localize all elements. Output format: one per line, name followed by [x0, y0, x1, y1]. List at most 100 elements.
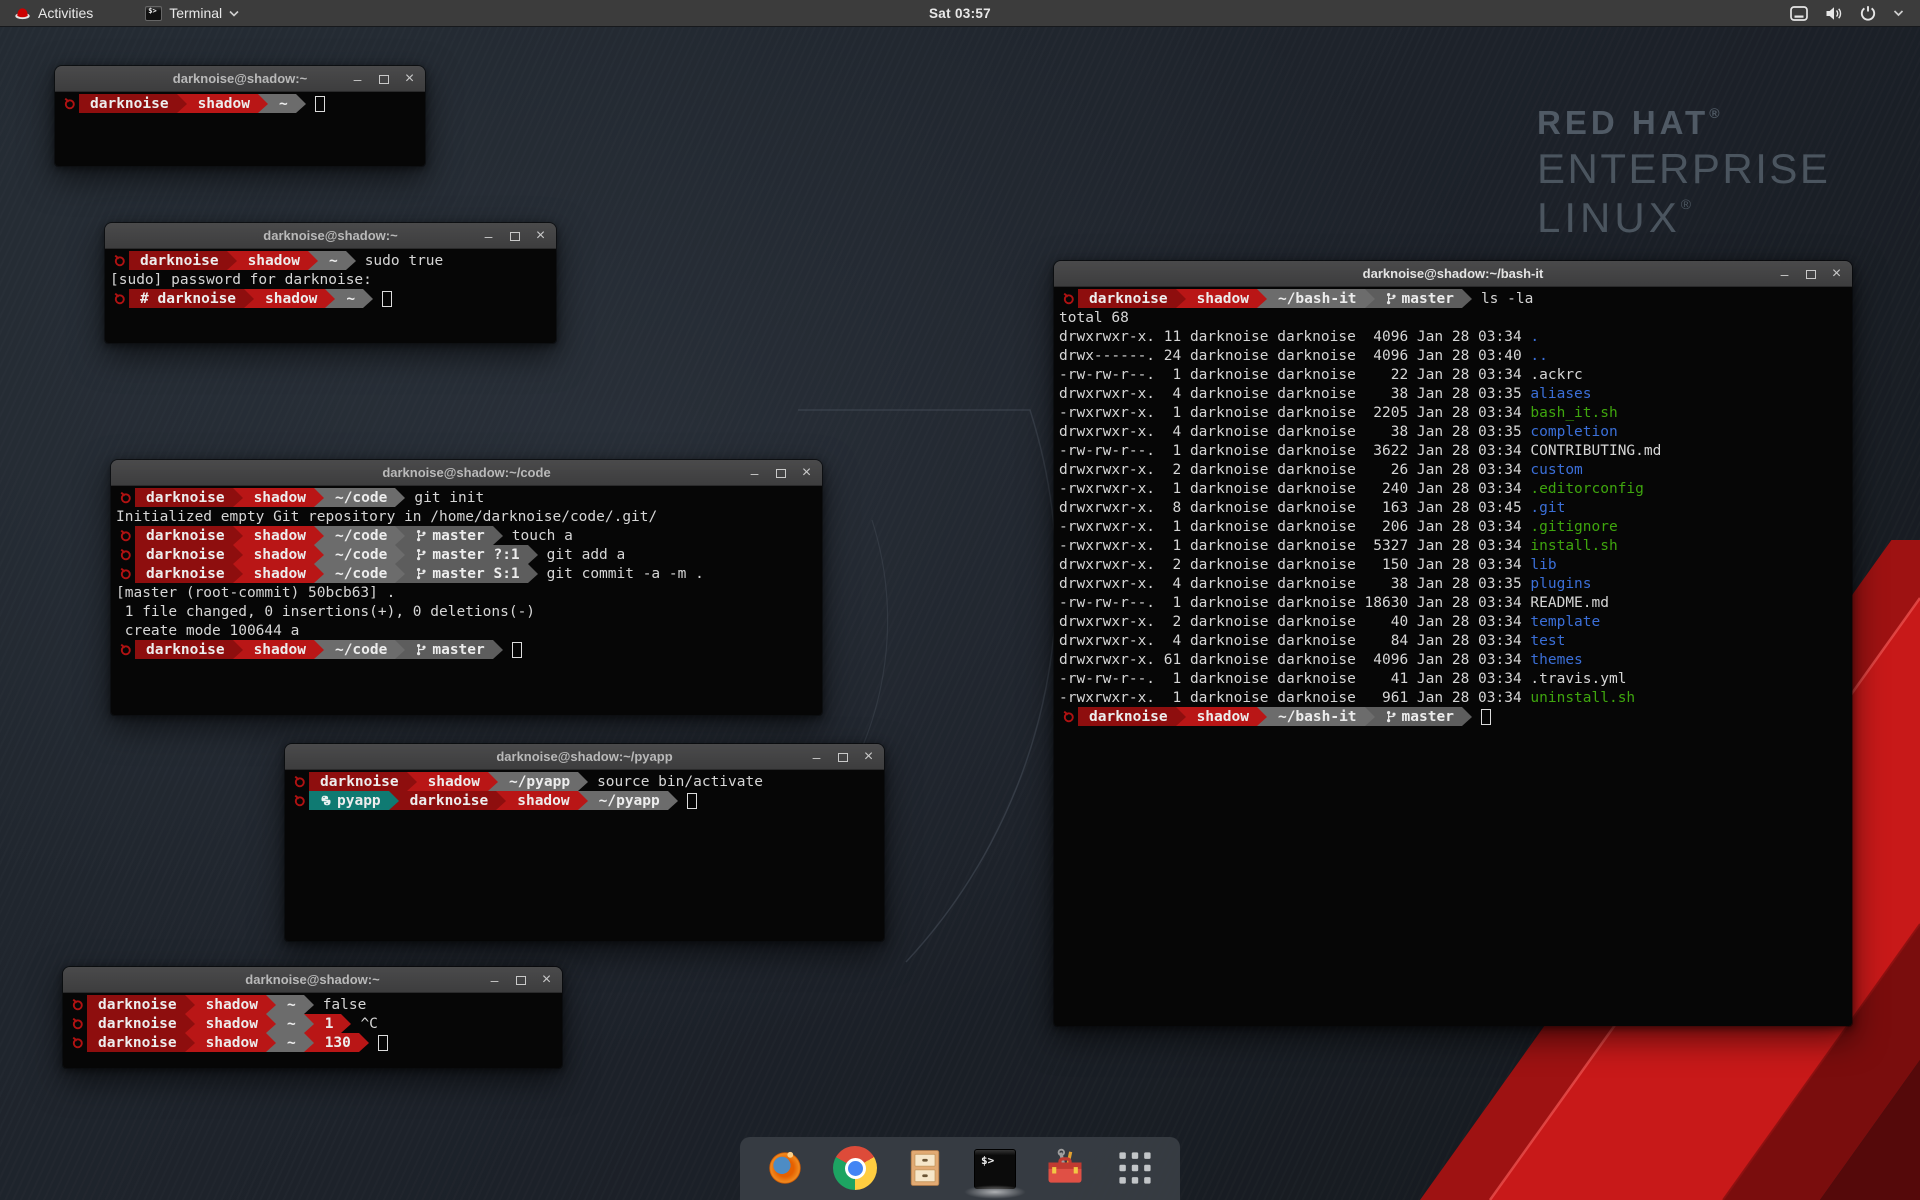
- maximize-button[interactable]: [508, 229, 521, 243]
- activities-button[interactable]: Activities: [0, 0, 107, 26]
- segment-label: ~: [287, 997, 296, 1013]
- maximize-button[interactable]: [1804, 267, 1817, 281]
- close-button[interactable]: [540, 972, 553, 988]
- window-title: darknoise@shadow:~: [263, 228, 397, 243]
- output-text: drwxrwxr-x. 4 darknoise darknoise 84 Jan…: [1059, 633, 1530, 649]
- minimize-button[interactable]: [810, 750, 823, 764]
- terminal-content[interactable]: darknoiseshadow~falsedarknoiseshadow~1^C…: [63, 993, 562, 1068]
- files-icon[interactable]: [902, 1145, 948, 1191]
- window-titlebar[interactable]: darknoise@shadow:~: [105, 223, 556, 249]
- brand-line-3: LINUX®: [1537, 197, 1830, 239]
- segment-label: ~: [287, 1016, 296, 1032]
- close-button[interactable]: [800, 465, 813, 481]
- prompt-segment-host: shadow: [195, 1033, 266, 1052]
- power-icon[interactable]: [1860, 5, 1876, 21]
- file-name-dir: test: [1530, 633, 1565, 649]
- maximize-button[interactable]: [774, 466, 787, 480]
- close-button[interactable]: [403, 71, 416, 87]
- clock[interactable]: Sat 03:57: [929, 6, 991, 21]
- app-menu[interactable]: Terminal: [135, 0, 249, 26]
- terminal-line: -rwxrwxr-x. 1 darknoise darknoise 2205 J…: [1059, 403, 1852, 422]
- terminal-cursor: [512, 642, 522, 658]
- close-button[interactable]: [1830, 266, 1843, 282]
- terminal-line: darknoiseshadow~/codemastertouch a: [116, 526, 822, 545]
- command-text: touch a: [512, 528, 573, 544]
- segment-label: darknoise: [1089, 291, 1168, 307]
- segment-separator: [233, 564, 243, 583]
- app-grid-icon[interactable]: [1112, 1145, 1158, 1191]
- minimize-button[interactable]: [351, 72, 364, 86]
- prompt-segment-exit: 130: [314, 1033, 359, 1052]
- prompt-icon: [110, 289, 129, 308]
- prompt-icon: [290, 791, 309, 810]
- segment-separator: [363, 289, 373, 308]
- prompt-segment-host: shadow: [243, 488, 314, 507]
- terminal-line: darknoiseshadow~sudo true: [110, 251, 556, 270]
- segment-label: darknoise: [146, 547, 225, 563]
- screen-icon[interactable]: [1790, 6, 1808, 21]
- segment-separator: [325, 289, 335, 308]
- segment-separator: [304, 995, 314, 1014]
- output-text: -rwxrwxr-x. 1 darknoise darknoise 961 Ja…: [1059, 690, 1530, 706]
- output-text: drwxrwxr-x. 8 darknoise darknoise 163 Ja…: [1059, 500, 1530, 516]
- maximize-button[interactable]: [836, 750, 849, 764]
- window-titlebar[interactable]: darknoise@shadow:~: [63, 967, 562, 993]
- segment-separator: [304, 1014, 314, 1033]
- minimize-button[interactable]: [1778, 267, 1791, 281]
- prompt-segment-branch: master: [405, 526, 492, 545]
- top-bar: Activities Terminal Sat 03:57: [0, 0, 1920, 27]
- terminal-line: darknoiseshadow~/codemaster: [116, 640, 822, 659]
- segment-separator: [493, 526, 503, 545]
- output-text: drwxrwxr-x. 2 darknoise darknoise 40 Jan…: [1059, 614, 1530, 630]
- segment-label: ~: [346, 291, 355, 307]
- output-text: Initialized empty Git repository in /hom…: [116, 509, 657, 525]
- terminal-line: drwxrwxr-x. 11 darknoise darknoise 4096 …: [1059, 327, 1852, 346]
- terminal-content[interactable]: darknoiseshadow~/pyappsource bin/activat…: [285, 770, 884, 941]
- window-titlebar[interactable]: darknoise@shadow:~/code: [111, 460, 822, 486]
- chrome-icon[interactable]: [832, 1145, 878, 1191]
- minimize-button[interactable]: [748, 466, 761, 480]
- prompt-icon: [68, 1014, 87, 1033]
- prompt-segment-path: ~/code: [324, 526, 395, 545]
- window-titlebar[interactable]: darknoise@shadow:~/bash-it: [1054, 261, 1852, 287]
- file-name-exec: bash_it.sh: [1530, 405, 1617, 421]
- window-titlebar[interactable]: darknoise@shadow:~: [55, 66, 425, 92]
- segment-separator: [314, 640, 324, 659]
- window-titlebar[interactable]: darknoise@shadow:~/pyapp: [285, 744, 884, 770]
- minimize-button[interactable]: [488, 973, 501, 987]
- maximize-button[interactable]: [514, 973, 527, 987]
- terminal-content[interactable]: darknoiseshadow~/bash-itmasterls -latota…: [1054, 287, 1852, 1026]
- segment-separator: [488, 772, 498, 791]
- minimize-button[interactable]: [482, 229, 495, 243]
- terminal-line: # darknoiseshadow~: [110, 289, 556, 308]
- terminal-content[interactable]: darknoiseshadow~: [55, 92, 425, 166]
- segment-label: ~/code: [335, 490, 387, 506]
- segment-separator: [407, 772, 417, 791]
- terminal-line: drwxrwxr-x. 4 darknoise darknoise 38 Jan…: [1059, 384, 1852, 403]
- volume-icon[interactable]: [1825, 6, 1843, 21]
- terminal-line: darknoiseshadow~/bash-itmaster: [1059, 707, 1852, 726]
- terminal-content[interactable]: darknoiseshadow~/codegit initInitialized…: [111, 486, 822, 715]
- terminal-window-code: darknoise@shadow:~/code darknoise shadow ~…: [110, 459, 823, 716]
- prompt-segment-path: ~: [318, 251, 346, 270]
- toolbox-icon[interactable]: [1042, 1145, 1088, 1191]
- prompt-segment-host: shadow: [243, 640, 314, 659]
- terminal-line: drwx------. 24 darknoise darknoise 4096 …: [1059, 346, 1852, 365]
- terminal-icon[interactable]: [972, 1145, 1018, 1191]
- command-text: sudo true: [365, 253, 444, 269]
- chevron-down-icon[interactable]: [1893, 9, 1904, 17]
- terminal-line: -rwxrwxr-x. 1 darknoise darknoise 961 Ja…: [1059, 688, 1852, 707]
- prompt-segment-path: ~/code: [324, 564, 395, 583]
- close-button[interactable]: [534, 228, 547, 244]
- close-button[interactable]: [862, 749, 875, 765]
- prompt-segment-user: darknoise: [135, 526, 233, 545]
- terminal-content[interactable]: darknoiseshadow~sudo true[sudo] password…: [105, 249, 556, 343]
- file-name-dir: .git: [1530, 500, 1565, 516]
- segment-label: darknoise: [146, 642, 225, 658]
- segment-separator: [395, 640, 405, 659]
- firefox-icon[interactable]: [762, 1145, 808, 1191]
- prompt-icon: [1059, 289, 1078, 308]
- maximize-button[interactable]: [377, 72, 390, 86]
- output-text: .travis.yml: [1530, 671, 1626, 687]
- segment-separator: [314, 526, 324, 545]
